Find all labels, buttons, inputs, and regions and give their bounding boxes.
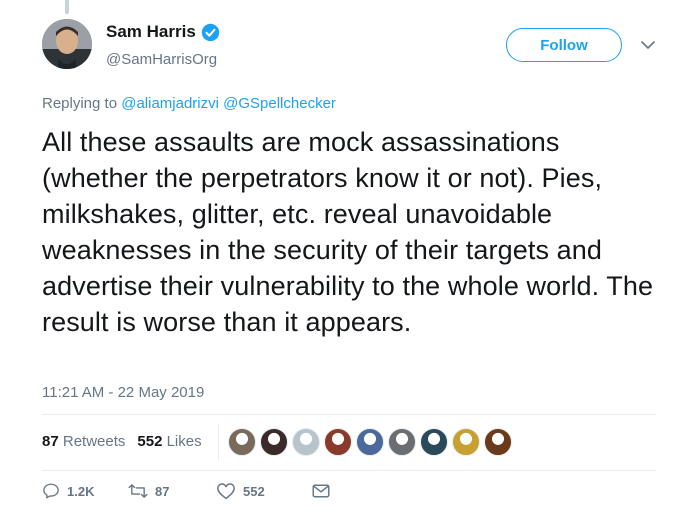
reply-count: 1.2K [67, 483, 95, 499]
display-name[interactable]: Sam Harris [106, 22, 196, 42]
stats-separator [218, 424, 219, 460]
reply-context: Replying to @aliamjadrizvi @GSpellchecke… [42, 95, 336, 112]
liker-avatar[interactable] [260, 428, 288, 456]
tweet-stats: 87 Retweets 552 Likes [42, 433, 214, 450]
liker-avatars [228, 428, 516, 456]
divider [42, 470, 656, 471]
retweet-icon [128, 482, 148, 500]
likes-stat[interactable]: 552 Likes [137, 433, 201, 450]
heart-icon [216, 482, 236, 500]
retweets-label: Retweets [62, 433, 126, 450]
retweet-button[interactable]: 87 [128, 482, 216, 500]
action-bar: 1.2K 87 552 [42, 482, 330, 500]
direct-message-button[interactable] [312, 483, 330, 499]
mention-link[interactable]: @GSpellchecker [223, 95, 336, 112]
divider [42, 414, 656, 415]
retweets-count: 87 [42, 433, 59, 450]
likes-label: Likes [166, 433, 202, 450]
chevron-down-icon[interactable] [640, 38, 656, 52]
retweet-count: 87 [155, 483, 170, 499]
thread-connector [65, 0, 69, 14]
liker-avatar[interactable] [356, 428, 384, 456]
liker-avatar[interactable] [292, 428, 320, 456]
avatar[interactable] [42, 19, 92, 69]
retweets-stat[interactable]: 87 Retweets [42, 433, 125, 450]
liker-avatar[interactable] [388, 428, 416, 456]
liker-avatar[interactable] [452, 428, 480, 456]
verified-badge-icon [201, 23, 220, 42]
follow-button[interactable]: Follow [506, 28, 622, 62]
tweet-text: All these assaults are mock assassinatio… [42, 127, 654, 337]
timestamp[interactable]: 11:21 AM - 22 May 2019 [42, 384, 204, 401]
liker-avatar[interactable] [484, 428, 512, 456]
like-count: 552 [243, 483, 265, 499]
envelope-icon [312, 483, 330, 499]
liker-avatar[interactable] [228, 428, 256, 456]
handle[interactable]: @SamHarrisOrg [106, 51, 217, 68]
reply-button[interactable]: 1.2K [42, 482, 128, 500]
liker-avatar[interactable] [324, 428, 352, 456]
reply-prefix: Replying to [42, 95, 118, 112]
reply-icon [42, 482, 60, 500]
tweet-card: Sam Harris @SamHarrisOrg Follow Replying… [0, 0, 696, 526]
liker-avatar[interactable] [420, 428, 448, 456]
like-button[interactable]: 552 [216, 482, 312, 500]
mention-link[interactable]: @aliamjadrizvi [121, 95, 219, 112]
likes-count: 552 [137, 433, 163, 450]
